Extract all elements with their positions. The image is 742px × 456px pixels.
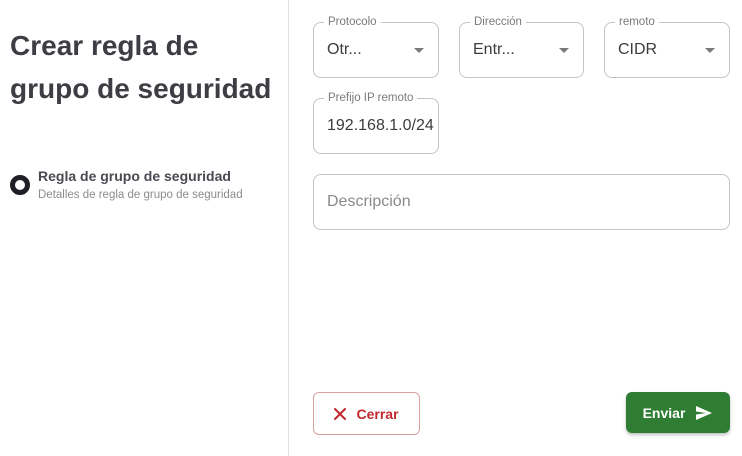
cancel-button-label: Cerrar — [356, 405, 399, 422]
cancel-button[interactable]: Cerrar — [313, 392, 420, 435]
descripcion-input[interactable]: Descripción — [313, 174, 730, 230]
prefijo-ip-input[interactable]: Prefijo IP remoto 192.168.1.0/24 — [313, 91, 439, 154]
page-title: Crear regla de grupo de seguridad — [10, 30, 272, 104]
remoto-select[interactable]: remoto CIDR — [604, 15, 730, 78]
caret-down-icon — [559, 48, 569, 53]
step-indicator-icon — [10, 175, 30, 195]
caret-down-icon — [414, 48, 424, 53]
panel-divider — [288, 0, 289, 456]
descripcion-placeholder: Descripción — [327, 193, 411, 210]
protocolo-value: Otr... — [327, 41, 362, 58]
direccion-value: Entr... — [473, 41, 515, 58]
step-title: Regla de grupo de seguridad — [38, 168, 231, 184]
caret-down-icon — [705, 48, 715, 53]
step-subtitle: Detalles de regla de grupo de seguridad — [38, 189, 243, 201]
submit-button[interactable]: Enviar — [626, 392, 730, 433]
submit-button-label: Enviar — [642, 404, 686, 421]
direccion-select[interactable]: Dirección Entr... — [459, 15, 584, 78]
protocolo-select[interactable]: Protocolo Otr... — [313, 15, 439, 78]
close-icon — [334, 407, 347, 420]
send-icon — [695, 405, 713, 421]
remoto-value: CIDR — [618, 41, 658, 58]
stepper-panel: Crear regla de grupo de seguridad Regla … — [0, 0, 288, 456]
prefijo-ip-value: 192.168.1.0/24 — [327, 117, 434, 134]
